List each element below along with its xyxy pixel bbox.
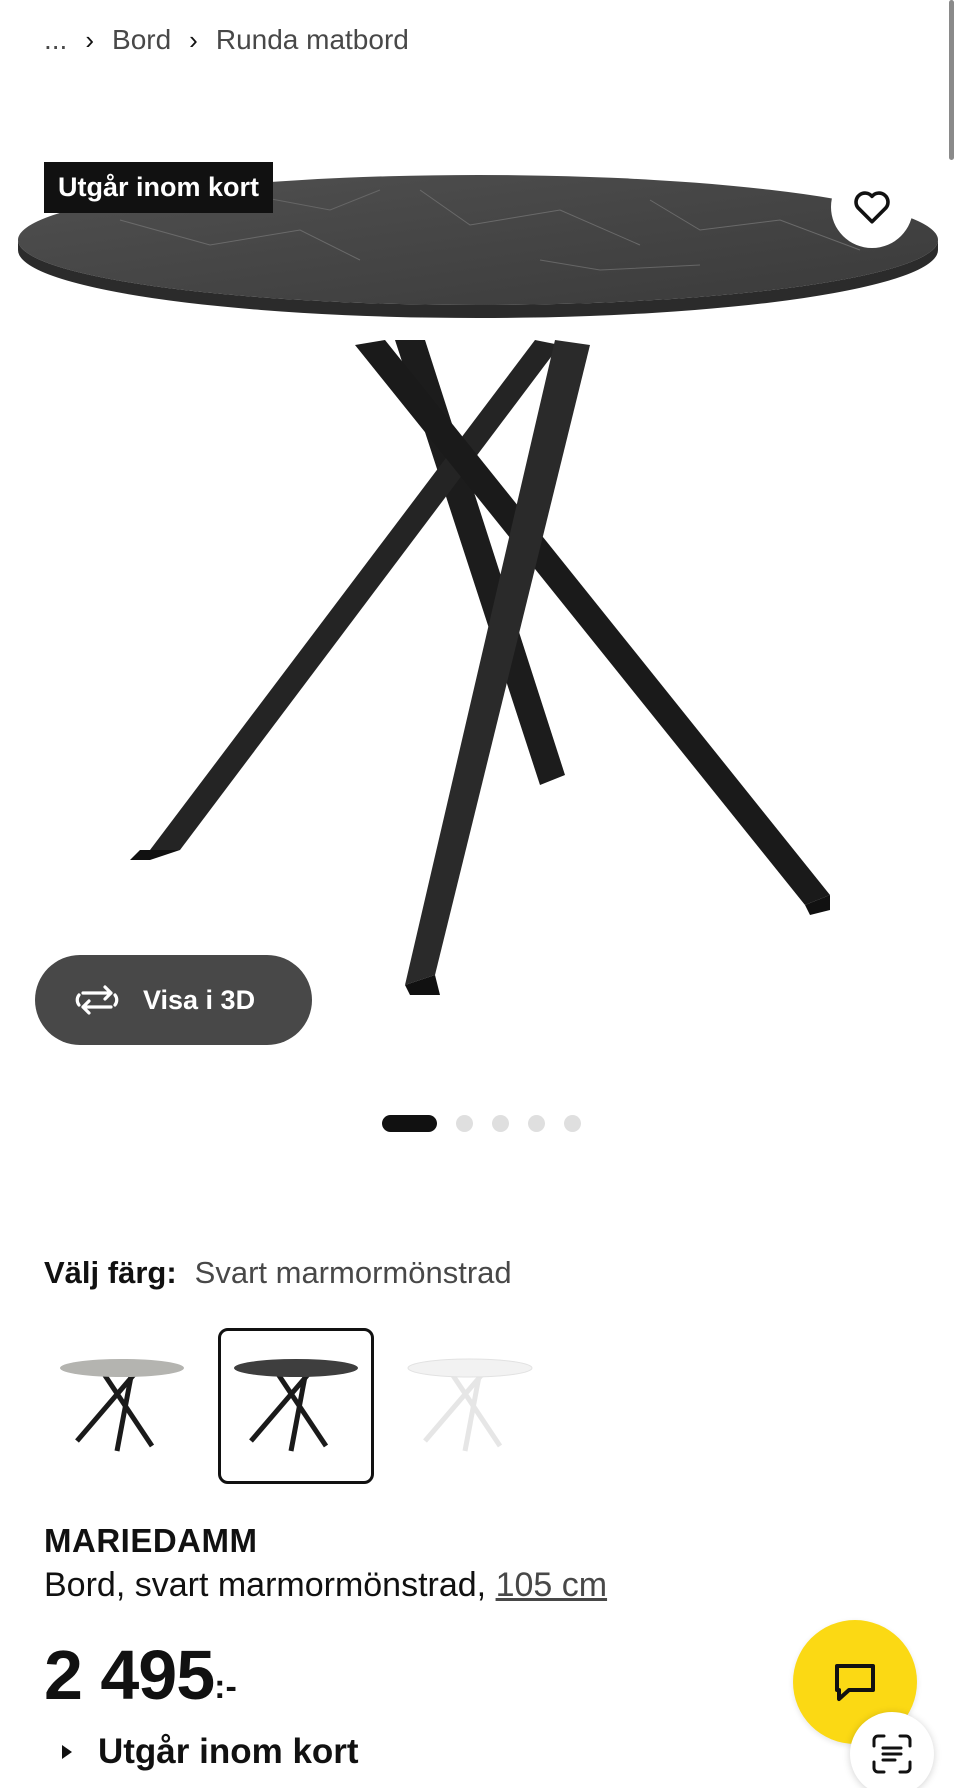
product-name: MARIEDAMM	[44, 1522, 258, 1559]
color-value: Svart marmormönstrad	[194, 1255, 512, 1290]
table-thumbnail	[60, 1359, 184, 1452]
product-price: 2 495 :-	[44, 1640, 237, 1710]
table-thumbnail	[407, 1358, 533, 1452]
breadcrumb-item-bord[interactable]: Bord	[112, 24, 171, 56]
carousel-dot[interactable]	[564, 1115, 581, 1132]
color-option-white-marble[interactable]	[392, 1328, 548, 1484]
product-image[interactable]	[0, 150, 960, 1050]
carousel-dot[interactable]	[382, 1115, 437, 1132]
rotate-3d-icon	[73, 984, 121, 1016]
status-badge: Utgår inom kort	[44, 162, 274, 213]
availability-status: Utgår inom kort	[98, 1732, 359, 1771]
view-3d-button[interactable]: Visa i 3D	[35, 955, 312, 1045]
scan-button[interactable]	[850, 1712, 934, 1788]
scan-icon	[872, 1734, 912, 1774]
color-selector-label: Välj färg: Svart marmormönstrad	[44, 1255, 512, 1291]
product-size-link[interactable]: 105 cm	[496, 1566, 608, 1604]
triangle-right-icon	[62, 1745, 72, 1759]
carousel-indicator	[382, 1115, 600, 1132]
carousel-dot[interactable]	[492, 1115, 509, 1132]
color-label: Välj färg:	[44, 1255, 177, 1290]
product-page: ... › Bord › Runda matbord Utgår inom ko…	[0, 0, 960, 1788]
product-description-text: Bord, svart marmormönstrad,	[44, 1566, 496, 1604]
price-suffix: :-	[214, 1668, 237, 1706]
breadcrumb: ... › Bord › Runda matbord	[44, 24, 409, 56]
table-thumbnail	[234, 1359, 358, 1452]
chat-icon	[835, 1664, 875, 1701]
favorite-button[interactable]	[831, 166, 913, 248]
color-option-grey-marble[interactable]	[44, 1328, 200, 1484]
view-3d-label: Visa i 3D	[143, 984, 256, 1015]
breadcrumb-ellipsis[interactable]: ...	[44, 24, 67, 56]
scrollbar[interactable]	[949, 0, 954, 160]
heart-icon	[854, 191, 890, 224]
product-description: Bord, svart marmormönstrad, 105 cm	[44, 1566, 607, 1605]
color-swatches	[44, 1328, 566, 1484]
breadcrumb-item-runda-matbord[interactable]: Runda matbord	[216, 24, 409, 56]
chevron-right-icon: ›	[189, 24, 198, 55]
price-value: 2 495	[44, 1636, 215, 1714]
chevron-right-icon: ›	[85, 24, 95, 55]
table-illustration	[18, 175, 938, 995]
carousel-dot[interactable]	[456, 1115, 473, 1132]
color-option-black-marble[interactable]	[218, 1328, 374, 1484]
carousel-dot[interactable]	[528, 1115, 545, 1132]
availability-toggle[interactable]: Utgår inom kort	[62, 1732, 359, 1772]
